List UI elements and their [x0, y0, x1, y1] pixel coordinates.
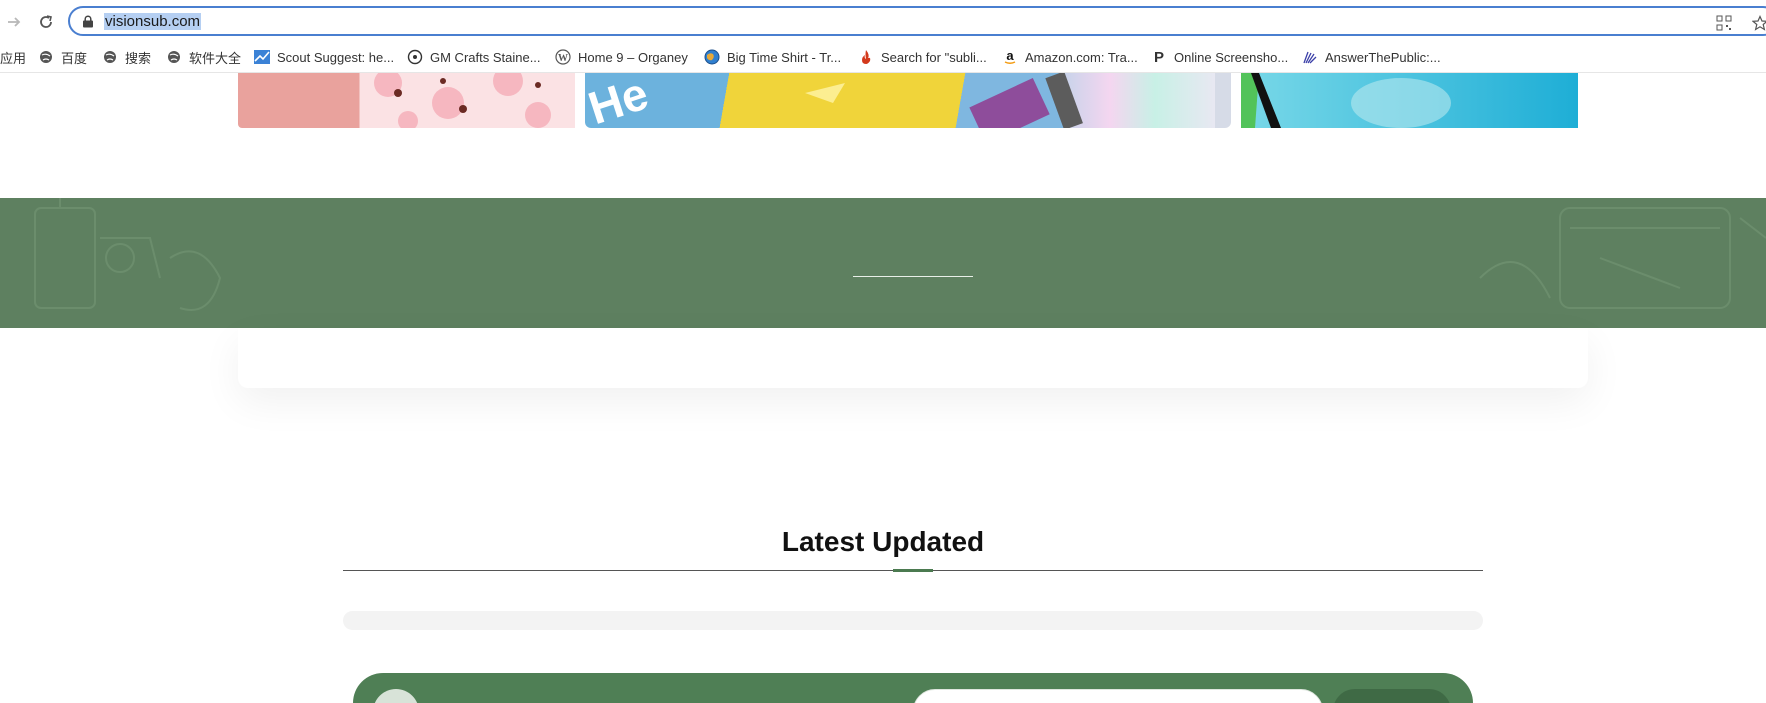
bookmark-label: Big Time Shirt - Tr...: [727, 49, 842, 65]
globe-icon: [38, 49, 54, 65]
address-bar[interactable]: visionsub.com: [68, 6, 1766, 36]
bookmark-label: 软件大全: [189, 50, 242, 66]
newsletter-subscribe-button[interactable]: [1333, 689, 1451, 703]
flame-icon: [858, 49, 874, 65]
globe-icon: [166, 49, 182, 65]
bookmark-scout-suggest[interactable]: Scout Suggest: he...: [254, 46, 394, 68]
banner-divider: [853, 276, 973, 277]
content-card: [238, 328, 1588, 388]
bookmark-label: 搜索: [125, 50, 152, 66]
bookmark-gm-crafts[interactable]: GM Crafts Staine...: [407, 46, 541, 68]
section-title-latest-updated: Latest Updated: [781, 526, 985, 557]
wordpress-icon: W: [555, 49, 571, 65]
category-image-blue[interactable]: [1241, 73, 1578, 128]
bookmark-organey[interactable]: W Home 9 – Organey: [555, 46, 688, 68]
bookmark-software[interactable]: 软件大全: [166, 46, 241, 68]
target-icon: [407, 49, 423, 65]
bookmark-answer-the-public[interactable]: AnswerThePublic:...: [1302, 46, 1441, 68]
bookmark-apps[interactable]: 应用: [0, 46, 26, 68]
floral-pattern-image: [374, 73, 551, 128]
bookmark-label: Amazon.com: Tra...: [1025, 49, 1138, 65]
reload-button[interactable]: [34, 10, 58, 34]
p-letter-icon: P: [1151, 49, 1167, 65]
svg-text:a: a: [1006, 49, 1014, 63]
url-text[interactable]: visionsub.com: [104, 13, 202, 30]
bookmark-label: 应用: [0, 50, 27, 66]
star-icon[interactable]: [1752, 15, 1766, 31]
reload-icon: [40, 15, 52, 28]
web-page: He Latest Updated: [0, 73, 1766, 703]
category-image-floral[interactable]: [238, 73, 575, 128]
globe-icon: [102, 49, 118, 65]
qr-code-icon[interactable]: [1716, 15, 1732, 31]
globe-color-icon: [704, 49, 720, 65]
feather-icon: [1302, 49, 1318, 65]
green-banner: [0, 198, 1766, 328]
svg-text:P: P: [1154, 49, 1164, 65]
section-title-accent: [893, 569, 933, 572]
bookmark-baidu[interactable]: 百度: [38, 46, 87, 68]
vinyl-rolls-image: He: [585, 73, 1215, 128]
bookmark-label: 百度: [61, 50, 88, 66]
bookmark-label: Online Screensho...: [1174, 49, 1289, 65]
newsletter-email-input[interactable]: [913, 689, 1323, 703]
blue-product-image: [1241, 73, 1451, 128]
bookmark-online-screenshot[interactable]: P Online Screensho...: [1151, 46, 1288, 68]
bookmark-label: Home 9 – Organey: [578, 49, 688, 65]
chart-icon: [254, 49, 270, 65]
svg-text:W: W: [558, 53, 568, 64]
browser-toolbar: visionsub.com: [0, 0, 1766, 42]
bookmarks-bar: 应用 百度 搜索 软件大全 Scout Suggest: he... GM Cr…: [0, 42, 1766, 73]
bookmark-amazon[interactable]: a Amazon.com: Tra...: [1002, 46, 1138, 68]
bookmark-label: AnswerThePublic:...: [1325, 49, 1441, 65]
svg-text:He: He: [585, 73, 654, 128]
bookmark-label: Scout Suggest: he...: [277, 49, 395, 65]
amazon-icon: a: [1002, 49, 1018, 65]
newsletter-icon-circle: [373, 689, 419, 703]
bookmark-search-subli[interactable]: Search for "subli...: [858, 46, 987, 68]
lock-icon: [83, 15, 93, 28]
forward-button[interactable]: [2, 10, 26, 34]
category-image-htv-rolls[interactable]: He: [585, 73, 1231, 128]
bookmark-label: Search for "subli...: [881, 49, 987, 65]
bookmark-big-time-shirt[interactable]: Big Time Shirt - Tr...: [704, 46, 841, 68]
sewing-machine-pattern: [34, 198, 1766, 311]
forward-arrow-icon: [8, 17, 21, 27]
newsletter-bar: [353, 673, 1473, 703]
bookmark-search[interactable]: 搜索: [102, 46, 151, 68]
bookmark-label: GM Crafts Staine...: [430, 49, 541, 65]
loading-placeholder-bar: [343, 611, 1483, 630]
